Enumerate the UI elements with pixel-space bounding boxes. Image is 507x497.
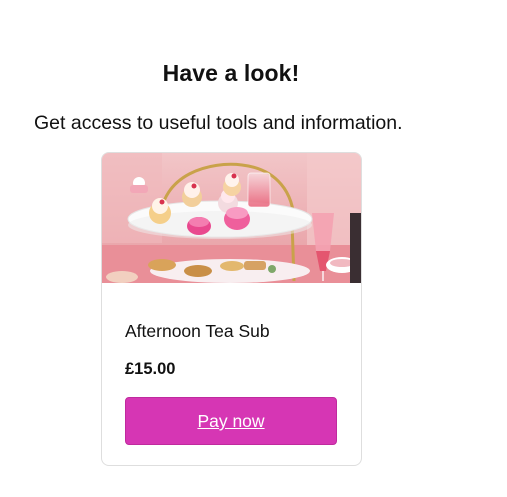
pay-now-button[interactable]: Pay now [125, 397, 337, 445]
product-card: Afternoon Tea Sub £15.00 Pay now [101, 152, 362, 466]
product-price: £15.00 [125, 360, 176, 378]
page-subtitle: Get access to useful tools and informati… [34, 112, 403, 134]
page-title: Have a look! [162, 60, 300, 86]
product-name: Afternoon Tea Sub [125, 321, 270, 341]
product-image [102, 153, 361, 283]
page: Have a look! Get access to useful tools … [0, 0, 507, 497]
